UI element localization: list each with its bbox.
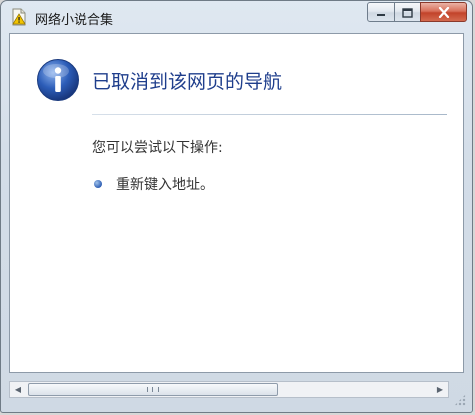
page-warning-icon	[10, 8, 28, 26]
bullet-icon	[94, 180, 102, 188]
scroll-left-button[interactable]: ◀	[10, 382, 26, 397]
page-headline: 已取消到该网页的导航	[92, 71, 283, 93]
headline-divider	[92, 114, 447, 115]
caption-buttons	[367, 2, 467, 22]
suggestions-heading: 您可以尝试以下操作:	[92, 140, 223, 156]
grip-icon	[147, 387, 159, 392]
close-button[interactable]	[420, 2, 467, 22]
window-title: 网络小说合集	[35, 13, 114, 28]
minimize-icon	[376, 3, 386, 22]
scroll-right-button[interactable]: ▶	[432, 382, 448, 397]
maximize-button[interactable]	[394, 2, 421, 22]
arrow-right-icon: ▶	[436, 385, 444, 394]
minimize-button[interactable]	[367, 2, 395, 22]
suggestion-text: 重新键入地址。	[116, 177, 214, 193]
scroll-thumb[interactable]	[28, 383, 278, 396]
list-item: 重新键入地址。	[94, 174, 214, 194]
page-content: 已取消到该网页的导航 您可以尝试以下操作: 重新键入地址。	[9, 33, 464, 373]
maximize-icon	[402, 3, 413, 22]
close-icon	[438, 3, 450, 22]
info-icon	[36, 58, 80, 102]
browser-window: 网络小说合集 已取消到该网页的导航 您可以尝试以下操作: 重新键入地址。 ◀ ▶	[0, 0, 473, 413]
resize-grip-icon[interactable]	[454, 394, 466, 406]
horizontal-scrollbar[interactable]: ◀ ▶	[9, 381, 449, 398]
arrow-left-icon: ◀	[14, 385, 22, 394]
title-bar[interactable]: 网络小说合集	[1, 1, 472, 33]
